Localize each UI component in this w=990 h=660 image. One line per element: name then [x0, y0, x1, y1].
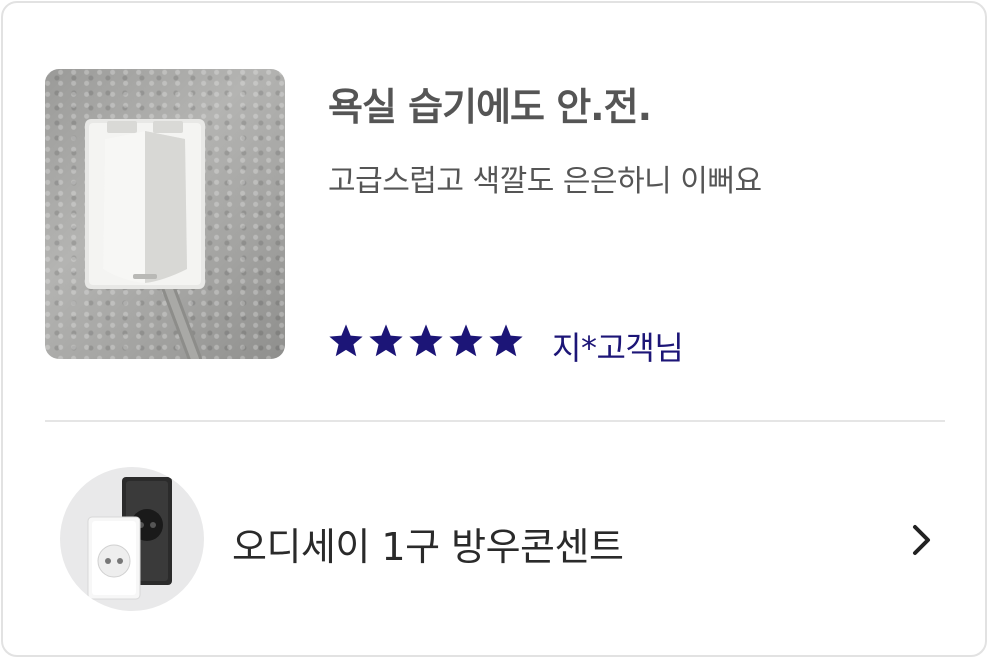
star-icon: [329, 324, 363, 357]
star-icon: [449, 324, 483, 357]
product-name[interactable]: 오디세이 1구 방우콘센트: [232, 516, 624, 571]
divider: [45, 420, 945, 422]
rating-stars: [327, 322, 525, 360]
outlet-product-image: [87, 477, 172, 600]
chevron-right-icon[interactable]: [906, 521, 936, 559]
review-body: 고급스럽고 색깔도 은은하니 이뻐요: [328, 164, 762, 199]
waterproof-outlet-image: [85, 119, 205, 359]
review-title: 욕실 습기에도 안.전.: [328, 85, 652, 129]
star-icon: [409, 324, 443, 357]
review-photo[interactable]: [45, 69, 285, 359]
star-icon: [489, 324, 523, 357]
product-thumbnail[interactable]: [60, 467, 204, 611]
star-icon: [369, 324, 403, 357]
reviewer-name: 지*고객님: [552, 329, 684, 367]
